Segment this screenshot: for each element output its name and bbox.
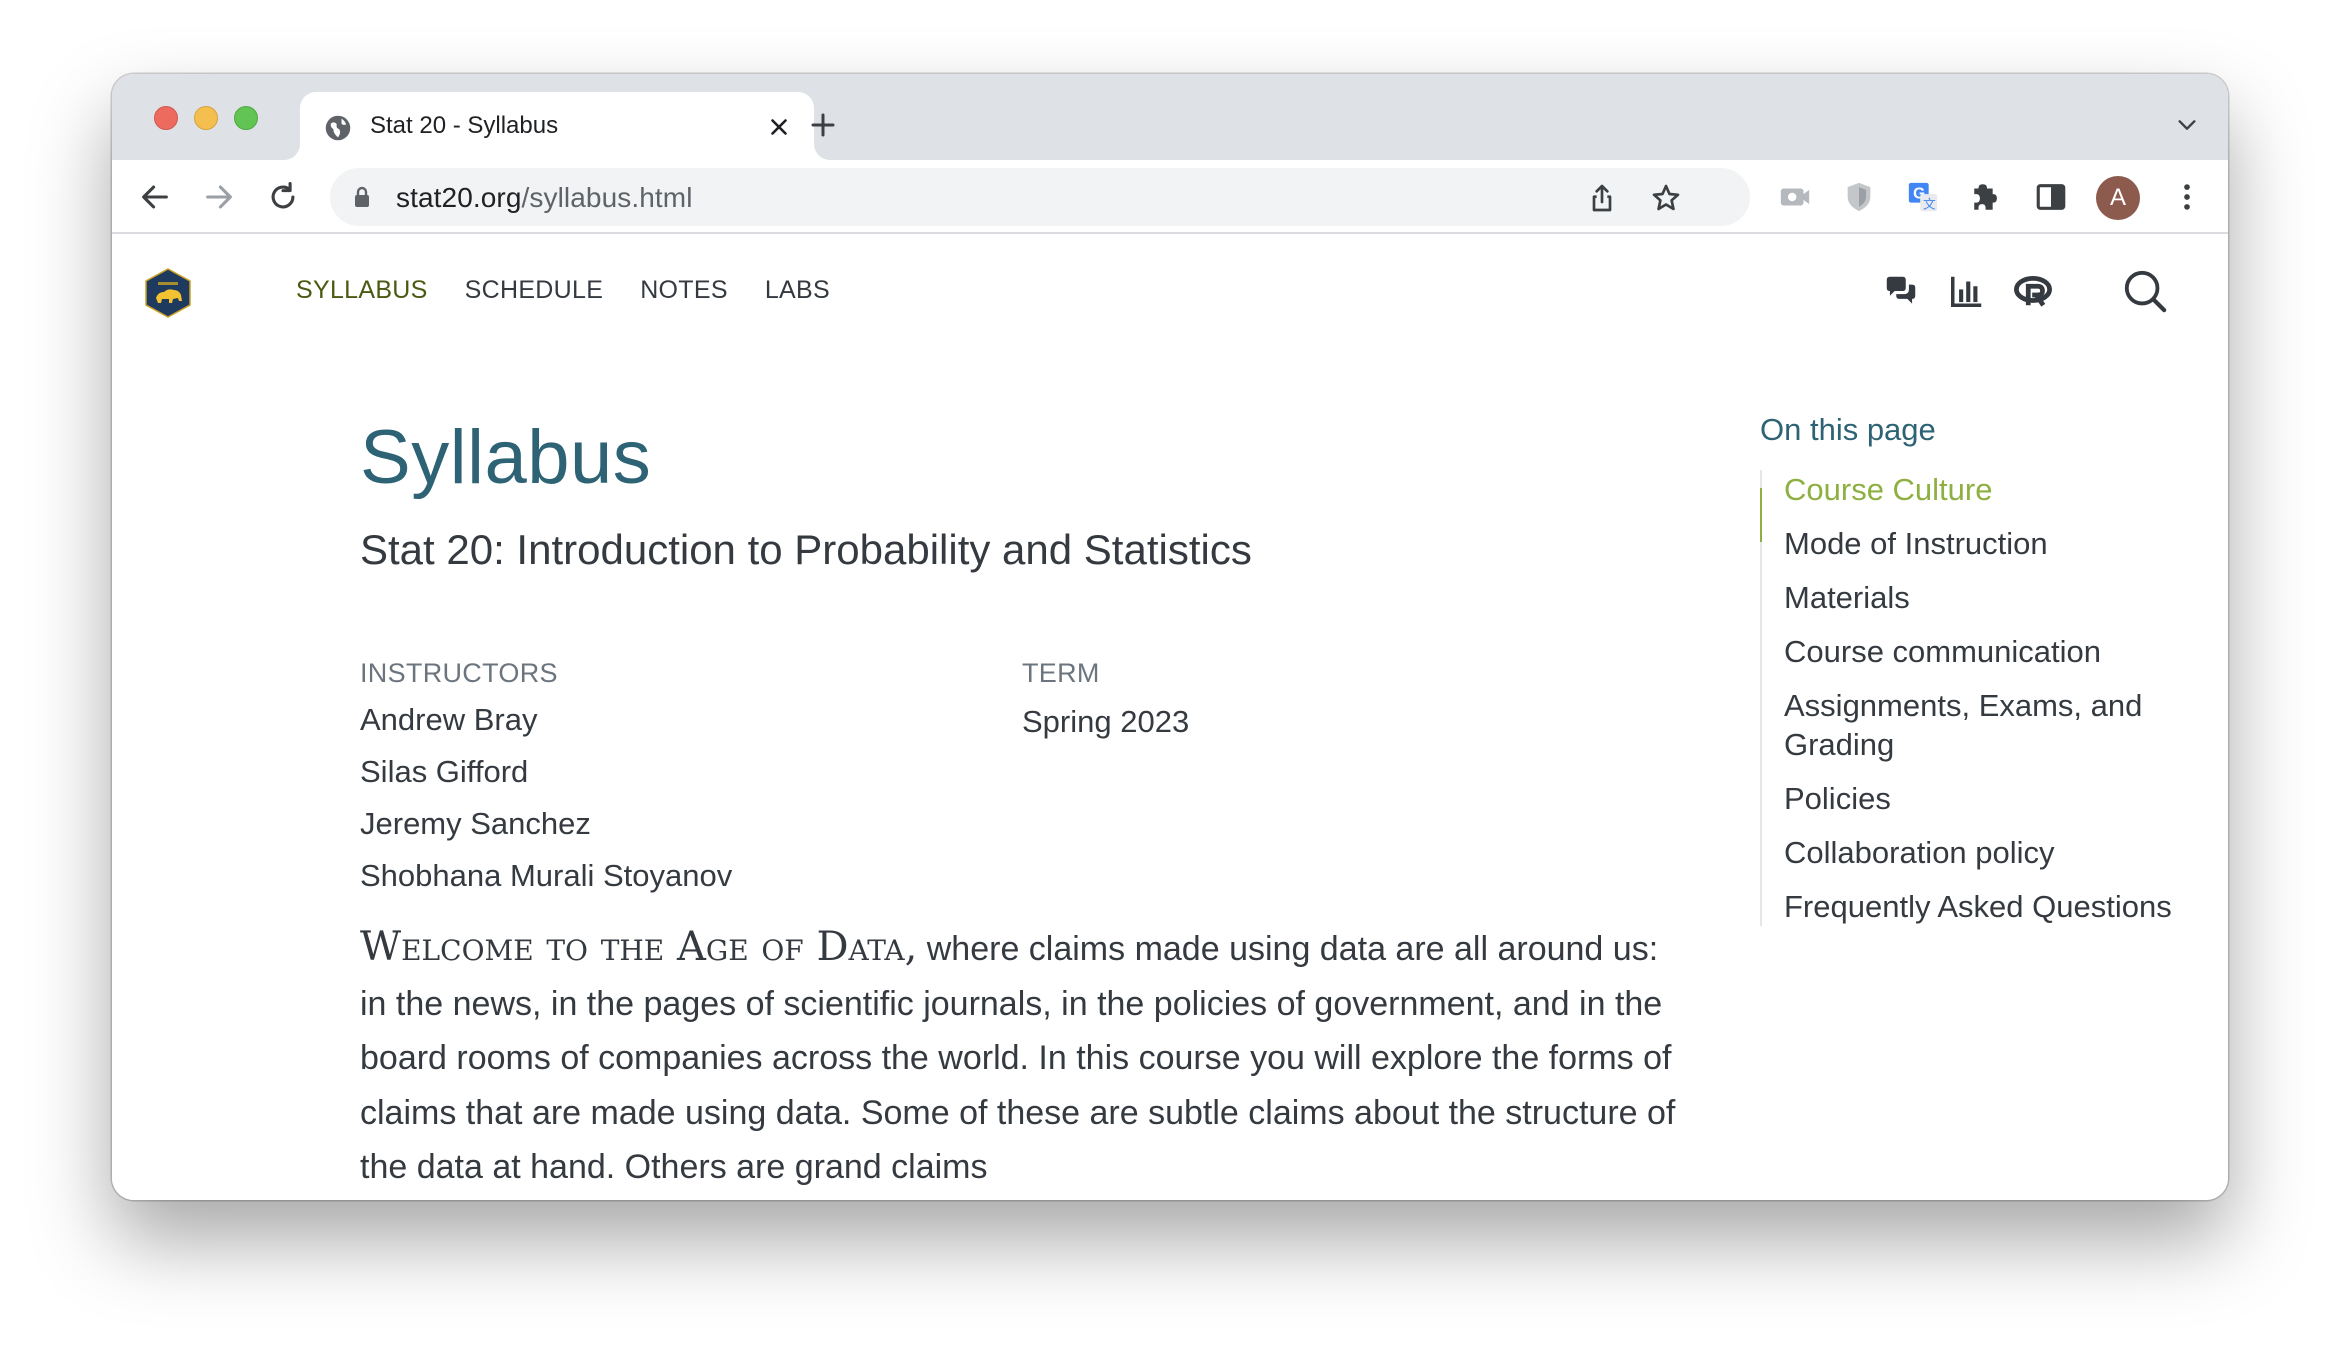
page-subtitle: Stat 20: Introduction to Probability and… [360, 526, 1252, 573]
browser-window: Stat 20 - Syllabus stat20.org/syllabus.h… [112, 74, 2228, 1200]
stat20-logo-icon[interactable] [144, 268, 192, 318]
instructor-name: Shobhana Murali Stoyanov [360, 858, 733, 893]
table-of-contents: On this page Course Culture Mode of Inst… [1760, 412, 2180, 941]
screencast-extension-icon[interactable] [1778, 180, 1812, 214]
active-tab[interactable]: Stat 20 - Syllabus [300, 92, 814, 160]
web-page: SYLLABUS SCHEDULE NOTES LABS Syllabus St… [112, 234, 2228, 1200]
share-icon[interactable] [1586, 182, 1618, 214]
nav-notes[interactable]: NOTES [640, 276, 728, 305]
toc-title: On this page [1760, 412, 1936, 447]
bar-chart-icon[interactable] [1948, 272, 1986, 310]
toc-active-indicator [1760, 488, 1762, 542]
tab-strip: Stat 20 - Syllabus [112, 74, 2228, 160]
nav-labs[interactable]: LABS [765, 276, 830, 305]
chat-bubbles-icon[interactable] [1882, 272, 1920, 310]
toc-item-faq[interactable]: Frequently Asked Questions [1784, 887, 2180, 926]
toc-item-assignments[interactable]: Assignments, Exams, and Grading [1784, 686, 2180, 764]
maximize-window-button[interactable] [234, 106, 258, 130]
lock-icon[interactable] [352, 186, 372, 208]
intro-smallcaps: Welcome to the Age of Data, [360, 924, 918, 970]
reload-icon[interactable] [266, 180, 300, 214]
instructors-heading: INSTRUCTORS [360, 658, 558, 688]
translate-extension-icon[interactable]: G 文 [1906, 180, 1940, 214]
intro-paragraph: Welcome to the Age of Data, where claims… [360, 920, 1690, 1195]
r-project-icon[interactable] [2014, 272, 2052, 310]
bookmark-star-icon[interactable] [1650, 182, 1682, 214]
puzzle-extensions-icon[interactable] [1970, 180, 2004, 214]
toc-item-course-communication[interactable]: Course communication [1784, 632, 2180, 671]
browser-toolbar: stat20.org/syllabus.html G 文 A [112, 160, 2228, 234]
url-text[interactable]: stat20.org/syllabus.html [396, 182, 693, 214]
shield-extension-icon[interactable] [1842, 180, 1876, 214]
nav-syllabus[interactable]: SYLLABUS [296, 276, 428, 305]
instructor-name: Silas Gifford [360, 754, 529, 789]
globe-icon [325, 115, 351, 141]
search-icon[interactable] [2122, 268, 2168, 314]
minimize-window-button[interactable] [194, 106, 218, 130]
term-block: TERM Spring 2023 [1022, 658, 1189, 743]
term-value: Spring 2023 [1022, 704, 1190, 739]
address-bar[interactable]: stat20.org/syllabus.html [330, 168, 1750, 226]
site-navigation: SYLLABUS SCHEDULE NOTES LABS [296, 276, 867, 305]
term-heading: TERM [1022, 658, 1100, 688]
tab-title: Stat 20 - Syllabus [370, 112, 559, 139]
profile-avatar[interactable]: A [2096, 176, 2140, 220]
instructor-name: Jeremy Sanchez [360, 806, 591, 841]
new-tab-icon[interactable] [808, 110, 838, 140]
forward-arrow-icon[interactable] [202, 180, 236, 214]
kebab-menu-icon[interactable] [2170, 180, 2204, 214]
page-title: Syllabus [360, 415, 652, 500]
toc-item-course-culture[interactable]: Course Culture [1784, 470, 2180, 509]
toc-item-collaboration-policy[interactable]: Collaboration policy [1784, 833, 2180, 872]
back-arrow-icon[interactable] [138, 180, 172, 214]
toc-item-mode-of-instruction[interactable]: Mode of Instruction [1784, 524, 2180, 563]
instructors-block: INSTRUCTORS Andrew Bray Silas Gifford Je… [360, 658, 732, 897]
side-panel-icon[interactable] [2034, 180, 2068, 214]
toc-item-policies[interactable]: Policies [1784, 779, 2180, 818]
instructor-name: Andrew Bray [360, 702, 538, 737]
chevron-down-icon[interactable] [2176, 114, 2198, 136]
close-window-button[interactable] [154, 106, 178, 130]
toc-list: Course Culture Mode of Instruction Mater… [1760, 470, 2180, 926]
main-content: Syllabus Stat 20: Introduction to Probab… [360, 415, 1800, 1187]
toc-item-materials[interactable]: Materials [1784, 578, 2180, 617]
nav-schedule[interactable]: SCHEDULE [465, 276, 604, 305]
svg-text:文: 文 [1923, 196, 1936, 211]
close-tab-icon[interactable] [766, 114, 792, 140]
